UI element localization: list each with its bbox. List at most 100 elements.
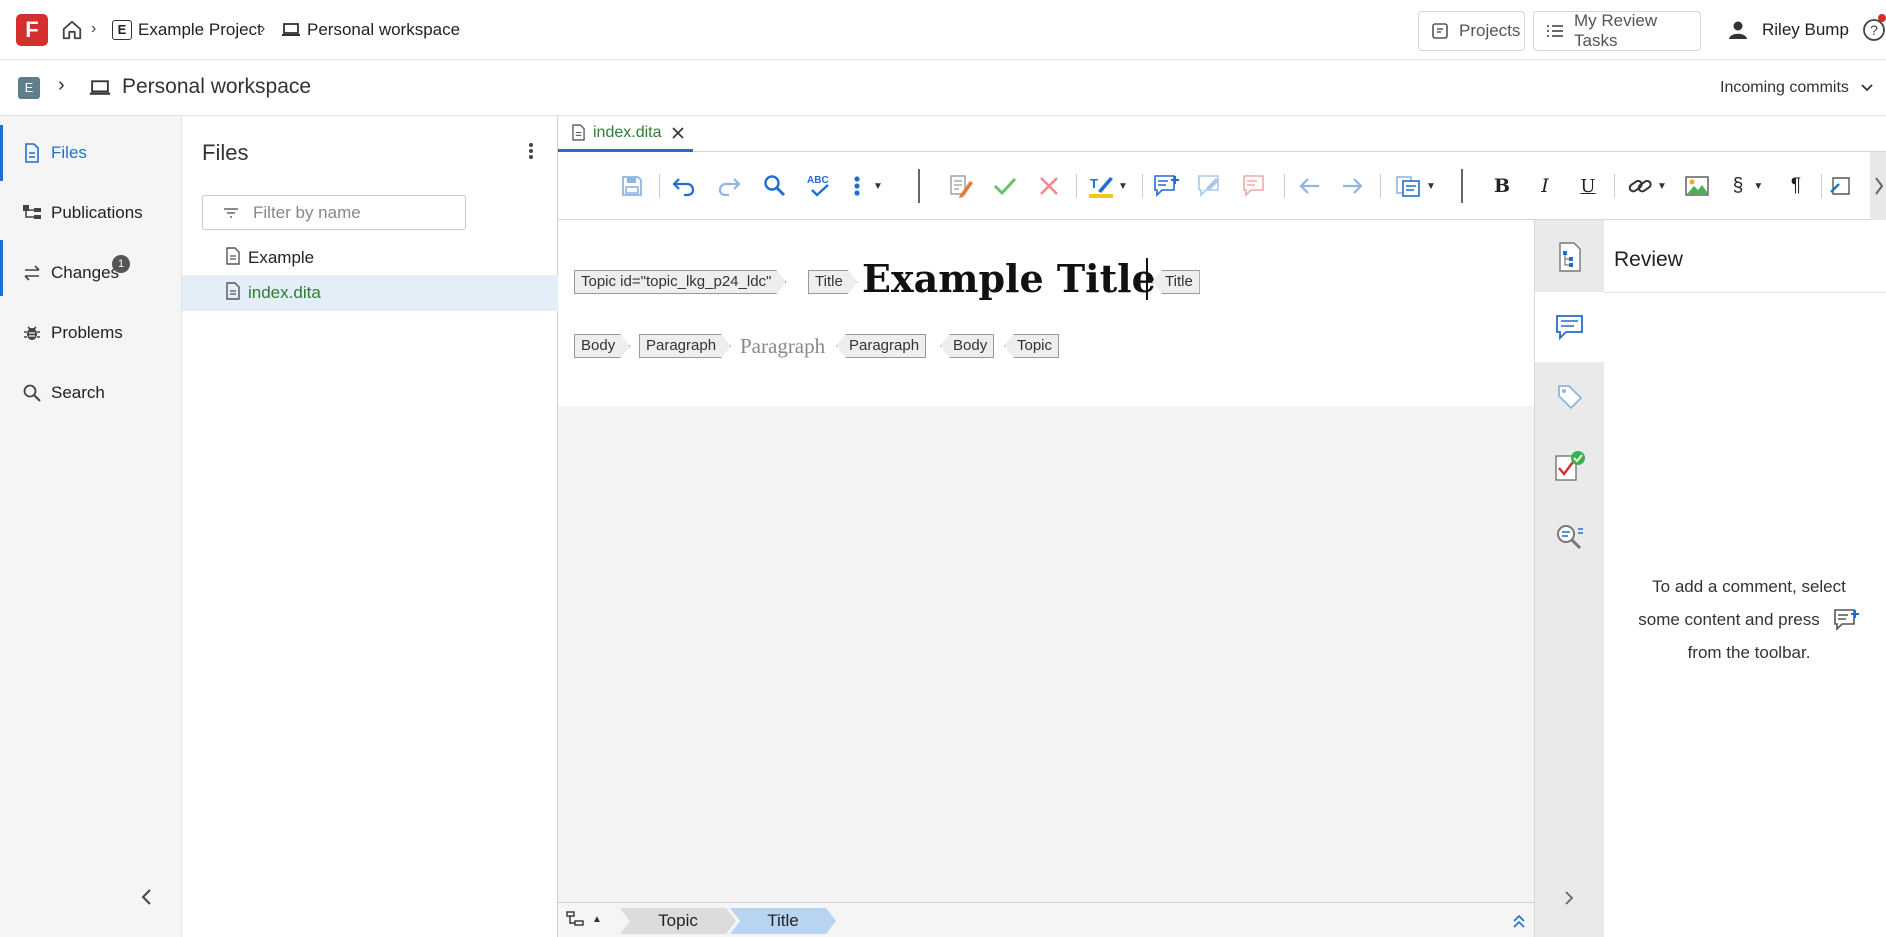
- tag-body-open[interactable]: Body: [574, 334, 630, 358]
- expand-up-icon[interactable]: [1512, 913, 1526, 934]
- file-item-index[interactable]: index.dita: [182, 275, 558, 311]
- more-vert-icon[interactable]: [528, 142, 534, 165]
- files-title: Files: [202, 140, 249, 165]
- nav-files-label: Files: [51, 143, 87, 162]
- redo-icon[interactable]: [715, 172, 743, 200]
- review-options-icon[interactable]: ▼: [1392, 172, 1440, 200]
- notification-dot: [1878, 14, 1886, 22]
- nav-changes-text: Changes: [51, 263, 120, 282]
- caret-up-icon: ▲: [592, 913, 602, 925]
- reject-change-icon[interactable]: [1035, 172, 1063, 200]
- highlight-icon[interactable]: T ▼: [1086, 172, 1130, 200]
- file-item-example[interactable]: Example: [182, 240, 558, 276]
- home-icon[interactable]: [61, 19, 83, 46]
- incoming-commits-label: Incoming commits: [1720, 79, 1849, 96]
- track-changes-icon[interactable]: [946, 172, 976, 200]
- filter-placeholder: Filter by name: [253, 202, 361, 222]
- tag-paragraph-close[interactable]: Paragraph: [836, 334, 927, 358]
- accept-change-icon[interactable]: [991, 172, 1019, 200]
- nav-publications-label: Publications: [51, 203, 143, 222]
- review-divider: [1604, 292, 1886, 293]
- next-change-icon[interactable]: [1337, 172, 1367, 200]
- paragraph-placeholder[interactable]: Paragraph: [740, 334, 825, 359]
- insert-image-icon[interactable]: [1682, 172, 1712, 200]
- more-actions-icon[interactable]: ▼: [851, 172, 885, 200]
- breadcrumb-workspace-label: Personal workspace: [307, 20, 461, 39]
- section-icon[interactable]: § ▼: [1726, 172, 1770, 200]
- tab-index-dita[interactable]: index.dita: [558, 116, 693, 152]
- review-message-line2: some content and press: [1624, 603, 1874, 636]
- paragraph-icon[interactable]: ¶: [1782, 172, 1810, 200]
- attributes-view-button[interactable]: [1535, 362, 1605, 432]
- status-crumb-title[interactable]: Title: [730, 908, 836, 934]
- italic-icon[interactable]: I: [1531, 172, 1559, 200]
- tag-topic-close[interactable]: Topic: [1004, 334, 1060, 358]
- filter-input[interactable]: Filter by name: [202, 195, 466, 230]
- status-crumb-topic[interactable]: Topic: [620, 908, 736, 934]
- save-icon[interactable]: [618, 172, 646, 200]
- remove-comment-icon[interactable]: [1241, 172, 1271, 200]
- editor-status-bar: ▲ Topic Title: [558, 902, 1534, 937]
- collapse-sidebar-icon[interactable]: [140, 888, 152, 911]
- review-view-button[interactable]: [1535, 292, 1605, 362]
- tag-body-close[interactable]: Body: [940, 334, 995, 358]
- outline-icon: [1558, 242, 1582, 272]
- nav-files[interactable]: Files: [0, 125, 182, 181]
- edit-comment-icon[interactable]: [1196, 172, 1226, 200]
- review-title: Review: [1614, 248, 1683, 271]
- tag-topic-open[interactable]: Topic id="topic_lkg_p24_ldc": [574, 270, 786, 294]
- breadcrumb-project-label: Example Project: [138, 20, 262, 39]
- link-icon[interactable]: ▼: [1624, 172, 1670, 200]
- nav-changes[interactable]: Changes 1: [0, 245, 182, 301]
- outline-view-button[interactable]: [1535, 222, 1605, 292]
- project-letter-icon: E: [112, 20, 132, 40]
- chevron-right-icon: ›: [91, 20, 97, 37]
- editor-empty-area: [558, 406, 1534, 902]
- nav-search-label: Search: [51, 383, 105, 402]
- undo-icon[interactable]: [670, 172, 698, 200]
- bug-icon: [20, 324, 44, 342]
- tag-paragraph-open[interactable]: Paragraph: [639, 334, 731, 358]
- tag-icon: [1556, 383, 1584, 411]
- expand-panel-icon[interactable]: [1563, 890, 1575, 911]
- outline-toggle[interactable]: ▲: [566, 911, 602, 927]
- projects-label: Projects: [1459, 21, 1521, 40]
- close-icon[interactable]: [671, 126, 684, 139]
- help-icon[interactable]: ?: [1862, 18, 1886, 47]
- underline-icon[interactable]: U: [1574, 172, 1602, 200]
- review-message-text2: some content and press: [1638, 610, 1820, 629]
- bold-icon[interactable]: B: [1488, 172, 1516, 200]
- laptop-icon: [281, 22, 301, 38]
- review-message-line1: To add a comment, select: [1652, 577, 1846, 596]
- insert-element-icon[interactable]: [1828, 172, 1854, 200]
- incoming-commits-dropdown[interactable]: Incoming commits: [1720, 79, 1873, 97]
- user-menu[interactable]: Riley Bump: [1728, 20, 1849, 40]
- editor-content[interactable]: Topic id="topic_lkg_p24_ldc" Title Examp…: [558, 220, 1534, 406]
- validation-view-button[interactable]: [1535, 432, 1605, 502]
- project-badge[interactable]: E: [18, 77, 40, 99]
- projects-button[interactable]: Projects: [1418, 11, 1525, 51]
- side-views-rail: [1534, 220, 1605, 937]
- swap-icon: [20, 265, 44, 281]
- nav-publications[interactable]: Publications: [0, 185, 182, 241]
- previous-change-icon[interactable]: [1295, 172, 1325, 200]
- nav-search[interactable]: Search: [0, 365, 182, 421]
- spellcheck-icon[interactable]: ABC: [805, 172, 835, 200]
- find-icon[interactable]: [761, 172, 789, 200]
- review-tasks-button[interactable]: My Review Tasks: [1533, 11, 1701, 51]
- tag-title-close[interactable]: Title: [1152, 270, 1200, 294]
- files-panel: Files Filter by name Example index.dita: [182, 116, 558, 937]
- tab-label: index.dita: [593, 123, 662, 141]
- nav-problems[interactable]: Problems: [0, 305, 182, 361]
- document-title[interactable]: Example Title: [862, 256, 1156, 301]
- workspace-title: Personal workspace: [122, 75, 312, 98]
- breadcrumb-project[interactable]: E Example Project: [112, 20, 262, 40]
- app-logo[interactable]: F: [16, 14, 48, 46]
- tag-title-open[interactable]: Title: [808, 270, 858, 294]
- toolbar-scroll-button[interactable]: [1870, 152, 1886, 220]
- file-icon: [226, 246, 240, 270]
- find-replace-view-button[interactable]: [1535, 502, 1605, 572]
- breadcrumb-workspace[interactable]: Personal workspace: [281, 20, 460, 40]
- add-comment-icon[interactable]: [1152, 172, 1182, 200]
- checklist-icon: [1553, 450, 1587, 484]
